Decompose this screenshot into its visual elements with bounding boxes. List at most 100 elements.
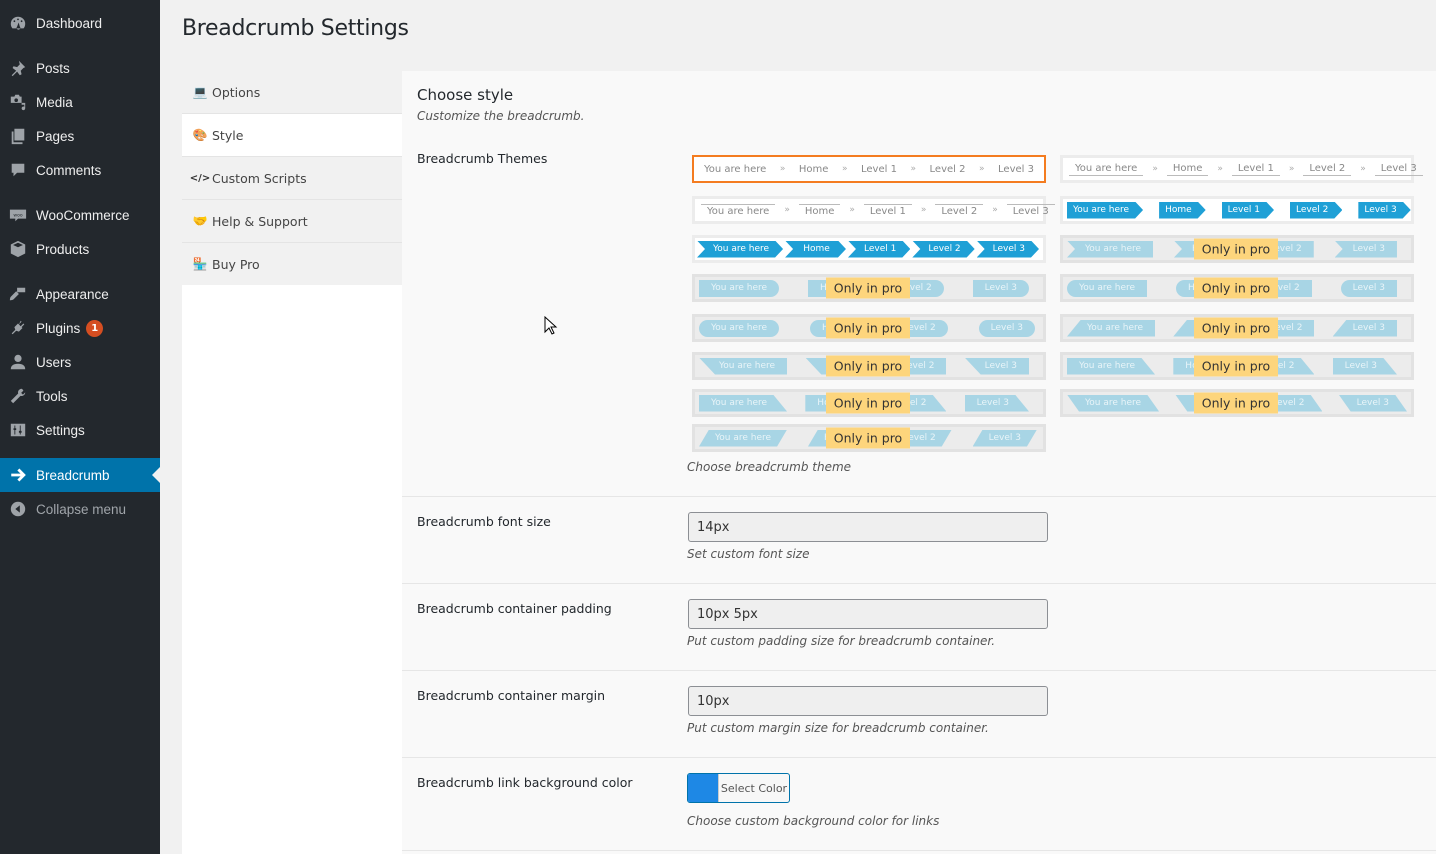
- theme-option[interactable]: You are here Home Level 1 Level 2 Level 3: [692, 235, 1046, 263]
- dashboard-icon: [0, 14, 36, 32]
- theme-crumb: Level 1: [1231, 163, 1280, 176]
- tab-custom-scripts[interactable]: </> Custom Scripts: [182, 157, 402, 200]
- separator: »: [1152, 164, 1158, 174]
- theme-crumb: You are here: [1069, 163, 1144, 176]
- theme-crumb: Level 3: [977, 241, 1039, 258]
- only-in-pro-badge: Only in pro: [1194, 355, 1278, 377]
- box-icon: [0, 240, 36, 258]
- font-size-label: Breadcrumb font size: [417, 514, 551, 529]
- section-description: Customize the breadcrumb.: [417, 109, 585, 123]
- theme-option[interactable]: You are hereHomeLevel 2Level 3Only in pr…: [1060, 235, 1414, 263]
- theme-crumb: You are here: [1067, 358, 1155, 375]
- sidebar-item-dashboard[interactable]: Dashboard: [0, 6, 160, 40]
- tab-style[interactable]: 🎨 Style: [182, 114, 402, 157]
- brush-icon: [0, 285, 36, 303]
- theme-crumb: Level 3: [1006, 203, 1055, 217]
- sidebar-item-appearance[interactable]: Appearance: [0, 277, 160, 311]
- sidebar-item-settings[interactable]: Settings: [0, 413, 160, 447]
- separator: »: [779, 164, 786, 174]
- theme-option[interactable]: You are hereHomeLevel 2Level 3Only in pr…: [692, 274, 1046, 302]
- only-in-pro-badge: Only in pro: [1194, 317, 1278, 339]
- theme-crumb: Level 3: [1334, 240, 1397, 258]
- sidebar-item-media[interactable]: Media: [0, 85, 160, 119]
- theme-crumb: Level 1: [861, 163, 897, 175]
- collapse-menu-button[interactable]: Collapse menu: [0, 492, 160, 526]
- sidebar-item-tools[interactable]: Tools: [0, 379, 160, 413]
- theme-option[interactable]: You are hereHomeLevel 2Level 3Only in pr…: [1060, 314, 1414, 342]
- tab-help-support[interactable]: 🤝 Help & Support: [182, 200, 402, 243]
- sidebar-item-label: Plugins: [36, 320, 81, 336]
- theme-crumb: Level 1: [863, 203, 912, 217]
- theme-option[interactable]: You are hereHomeLevel 2Level 3Only in pr…: [692, 352, 1046, 380]
- section-title: Choose style: [417, 86, 514, 104]
- theme-option[interactable]: You are here » Home » Level 1 » Level 2 » Level …: [692, 196, 1055, 224]
- pin-icon: [0, 59, 36, 77]
- admin-sidebar: Dashboard Posts Media Pages Comments woo…: [0, 0, 160, 854]
- sidebar-item-label: Appearance: [36, 286, 109, 302]
- sidebar-item-users[interactable]: Users: [0, 345, 160, 379]
- theme-option[interactable]: You are hereHomeLevel 2Level 3Only in pr…: [692, 424, 1046, 452]
- theme-crumb: Level 1: [848, 241, 910, 258]
- padding-label: Breadcrumb container padding: [417, 601, 612, 616]
- sidebar-item-woocommerce[interactable]: woo WooCommerce: [0, 198, 160, 232]
- tab-buy-pro[interactable]: 🏪 Buy Pro: [182, 243, 402, 286]
- theme-crumb: You are here: [1067, 240, 1154, 258]
- divider: [402, 757, 1436, 758]
- theme-crumb: You are here: [699, 395, 787, 412]
- select-color-label: Select Color: [718, 774, 789, 802]
- padding-input[interactable]: [688, 599, 1048, 629]
- theme-crumb: Home: [1159, 202, 1206, 219]
- theme-crumb: Level 1: [1222, 202, 1274, 219]
- theme-crumb: Level 3: [1332, 319, 1397, 337]
- sidebar-item-posts[interactable]: Posts: [0, 51, 160, 85]
- only-in-pro-badge: Only in pro: [826, 355, 910, 377]
- tabs-filler: [182, 285, 402, 854]
- font-size-input[interactable]: [688, 512, 1048, 542]
- separator: »: [1288, 164, 1295, 174]
- theme-crumb: You are here: [697, 241, 783, 258]
- sidebar-item-pages[interactable]: Pages: [0, 119, 160, 153]
- theme-crumb: Level 2: [935, 203, 984, 217]
- wrench-icon: [0, 387, 36, 405]
- tab-label: Help & Support: [212, 213, 308, 229]
- sidebar-item-products[interactable]: Products: [0, 232, 160, 266]
- theme-option[interactable]: You are here Home Level 1 Level 2 Level 3: [1060, 196, 1414, 224]
- theme-crumb: Level 3: [998, 163, 1034, 175]
- only-in-pro-badge: Only in pro: [1194, 238, 1278, 260]
- only-in-pro-badge: Only in pro: [1194, 277, 1278, 299]
- theme-crumb: Level 3: [1340, 279, 1397, 297]
- pages-icon: [0, 127, 36, 145]
- arrow-right-icon: [0, 466, 36, 484]
- theme-option[interactable]: You are hereHomeLevel 2Level 3Only in pr…: [1060, 274, 1414, 302]
- margin-input[interactable]: [688, 686, 1048, 716]
- sidebar-item-label: Posts: [36, 60, 70, 76]
- theme-crumb: You are here: [1067, 279, 1148, 297]
- sidebar-item-comments[interactable]: Comments: [0, 153, 160, 187]
- theme-crumb: You are here: [1067, 395, 1159, 412]
- sidebar-item-label: Collapse menu: [36, 501, 127, 517]
- theme-option[interactable]: You are hereHomeLevel 2Level 3Only in pr…: [692, 389, 1046, 417]
- separator: »: [1360, 164, 1366, 174]
- plugins-update-badge: 1: [86, 319, 104, 337]
- sidebar-item-label: Dashboard: [36, 15, 103, 31]
- sidebar-item-breadcrumb[interactable]: Breadcrumb: [0, 458, 160, 492]
- theme-option[interactable]: You are here » Home » Level 1 » Level 2 » Level …: [692, 155, 1046, 183]
- padding-help: Put custom padding size for breadcrumb c…: [687, 634, 996, 648]
- theme-option[interactable]: You are hereHomeLevel 2Level 3Only in pr…: [1060, 389, 1414, 417]
- theme-crumb: Level 3: [973, 430, 1037, 447]
- store-icon: 🏪: [192, 257, 208, 271]
- select-color-button[interactable]: Select Color: [687, 773, 790, 803]
- theme-crumb: Home: [1166, 163, 1209, 176]
- theme-crumb: You are here: [1067, 202, 1143, 219]
- tab-options[interactable]: 💻 Options: [182, 71, 402, 114]
- theme-crumb: You are here: [699, 357, 788, 375]
- theme-option[interactable]: You are hereHomeLevel 2Level 3Only in pr…: [1060, 352, 1414, 380]
- theme-option[interactable]: You are here » Home » Level 1 » Level 2 » Level …: [1060, 155, 1423, 183]
- sidebar-item-label: Media: [36, 94, 73, 110]
- code-icon: </>: [189, 172, 211, 184]
- theme-option[interactable]: You are hereHomeLevel 2Level 3Only in pr…: [692, 314, 1046, 342]
- sidebar-item-plugins[interactable]: Plugins 1: [0, 311, 160, 345]
- theme-crumb: Level 2: [1290, 202, 1342, 219]
- theme-crumb: Home: [785, 241, 846, 258]
- laptop-code-icon: 💻: [192, 85, 208, 99]
